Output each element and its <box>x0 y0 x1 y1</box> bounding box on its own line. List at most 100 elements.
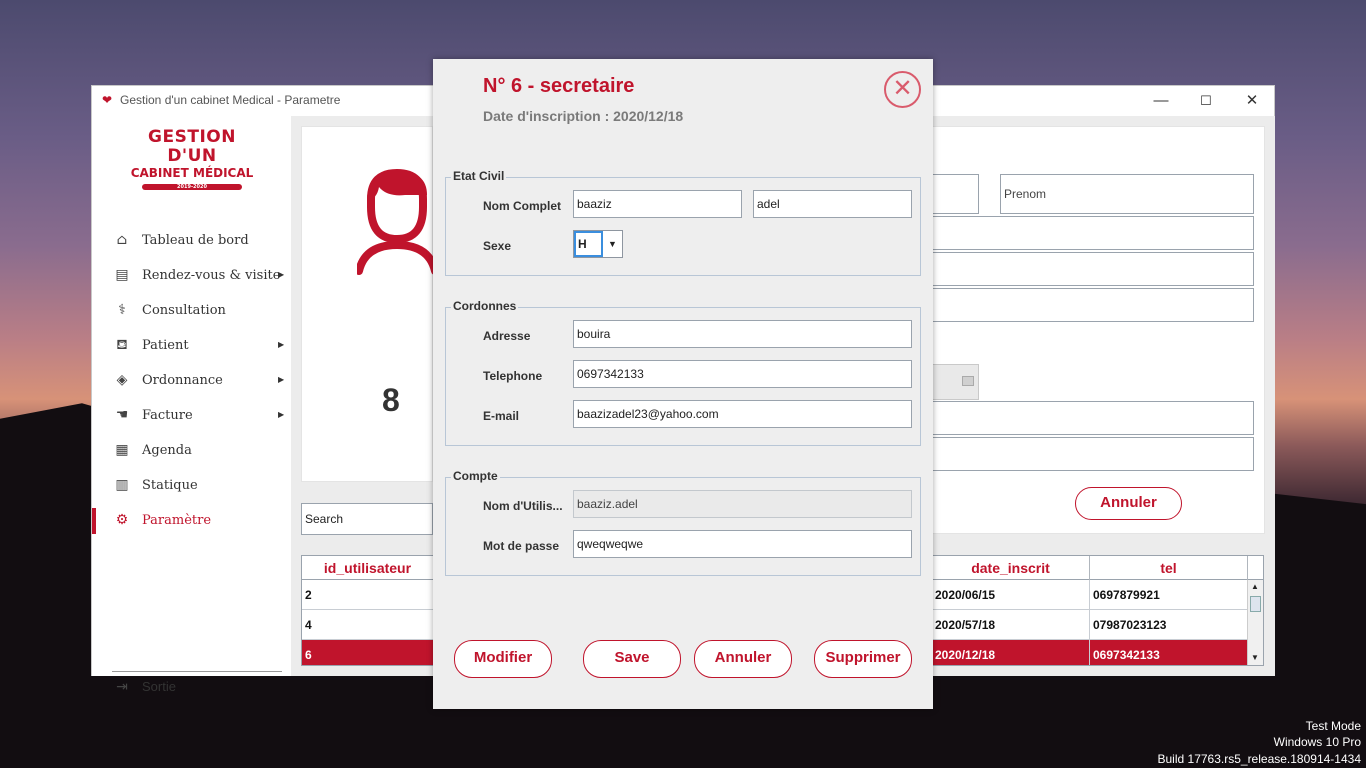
sidebar-item-ordonnance[interactable]: ◈ Ordonnance ▶ <box>92 364 291 398</box>
search-input[interactable]: Search <box>301 503 433 535</box>
sidebar-item-label: Patient <box>142 338 189 353</box>
calendar-icon: ▦ <box>115 442 129 458</box>
submenu-arrow-icon: ▶ <box>278 375 285 384</box>
annuler-bg-button[interactable]: Annuler <box>1075 487 1182 520</box>
form-field-2[interactable] <box>932 252 1254 286</box>
sidebar-item-label: Agenda <box>142 443 192 458</box>
sidebar-item-label: Ordonnance <box>142 373 223 388</box>
chevron-down-icon[interactable]: ▼ <box>603 231 622 257</box>
submenu-arrow-icon: ▶ <box>278 410 285 419</box>
telephone-input[interactable]: 0697342133 <box>573 360 912 388</box>
compte-group: Compte Nom d'Utilis... baaziz.adel Mot d… <box>445 469 921 576</box>
cordonnes-legend: Cordonnes <box>451 299 519 313</box>
etat-civil-legend: Etat Civil <box>451 169 507 183</box>
sidebar-item-facture[interactable]: ☚ Facture ▶ <box>92 399 291 433</box>
scroll-up-icon[interactable]: ▲ <box>1251 582 1259 591</box>
date-picker-field[interactable] <box>932 364 979 400</box>
modifier-button[interactable]: Modifier <box>454 640 552 678</box>
table-cell-tel: 07987023123 <box>1090 610 1248 640</box>
logo-line-2: CABINET MÉDICAL <box>130 166 254 180</box>
prenom-field[interactable]: Prenom <box>1000 174 1254 214</box>
nom-field[interactable] <box>932 174 979 214</box>
close-dialog-icon[interactable]: ✕ <box>884 71 921 108</box>
form-field-4[interactable] <box>932 401 1254 435</box>
home-icon: ⌂ <box>116 232 128 248</box>
user-avatar-icon <box>357 169 437 275</box>
form-field-5[interactable] <box>932 437 1254 471</box>
scroll-thumb[interactable] <box>1250 596 1261 612</box>
sidebar-item-consultation[interactable]: ⚕ Consultation <box>92 294 291 328</box>
dialog-subtitle: Date d'inscription : 2020/12/18 <box>483 108 684 124</box>
adresse-input[interactable]: bouira <box>573 320 912 348</box>
calendar-button-icon[interactable] <box>962 376 974 386</box>
table-cell-id: 4 <box>302 610 434 640</box>
desktop-windows-edition: Windows 10 Pro <box>1273 735 1361 749</box>
column-header-date[interactable]: date_inscrit <box>932 556 1090 580</box>
window-title: Gestion d'un cabinet Medical - Parametre <box>120 93 341 107</box>
sidebar-item-param-tre[interactable]: ⚙ Paramètre <box>92 504 291 538</box>
logo-line-3: 2019-2020 <box>142 184 242 190</box>
app-logo: GESTION D'UN CABINET MÉDICAL 2019-2020 <box>122 128 262 190</box>
app-icon: ❤ <box>102 93 113 107</box>
table-cell-tel: 0697879921 <box>1090 580 1248 610</box>
form-field-3[interactable] <box>932 288 1254 322</box>
bed-icon: ⛾ <box>116 337 128 353</box>
exit-icon: ⇥ <box>116 678 128 694</box>
annuler-button[interactable]: Annuler <box>694 640 792 678</box>
table-cell-date: 2020/06/15 <box>932 580 1090 610</box>
compte-legend: Compte <box>451 469 500 483</box>
submenu-arrow-icon: ▶ <box>278 340 285 349</box>
email-input[interactable]: baazizadel23@yahoo.com <box>573 400 912 428</box>
sidebar-item-label: Rendez-vous & visite <box>142 268 281 283</box>
close-window-button[interactable]: ✕ <box>1229 90 1275 112</box>
sidebar-item-label: Consultation <box>142 303 226 318</box>
table-cell-tel: 0697342133 <box>1090 640 1248 665</box>
sortie-button[interactable]: ⇥ Sortie <box>92 670 291 704</box>
sidebar-item-label: Statique <box>142 478 198 493</box>
password-label: Mot de passe <box>483 539 560 553</box>
user-detail-dialog: N° 6 - secretaire Date d'inscription : 2… <box>433 59 933 709</box>
prenom-input[interactable]: adel <box>753 190 912 218</box>
money-hand-icon: ☚ <box>115 407 129 423</box>
profile-card: 8 <box>301 126 437 482</box>
pill-icon: ◈ <box>116 372 128 388</box>
sidebar-item-rendez-vous-visite[interactable]: ▤ Rendez-vous & visite ▶ <box>92 259 291 293</box>
minimize-button[interactable]: — <box>1138 90 1184 112</box>
maximize-button[interactable]: ☐ <box>1183 90 1229 112</box>
column-header-id[interactable]: id_utilisateur <box>302 556 434 580</box>
username-input: baaziz.adel <box>573 490 912 518</box>
desktop-build: Build 17763.rs5_release.180914-1434 <box>1157 752 1362 766</box>
sexe-value: H <box>574 231 603 257</box>
supprimer-button[interactable]: Supprimer <box>814 640 912 678</box>
bar-chart-icon: ▥ <box>115 477 129 493</box>
submenu-arrow-icon: ▶ <box>278 270 285 279</box>
table-cell-id: 2 <box>302 580 434 610</box>
column-header-tel[interactable]: tel <box>1090 556 1248 580</box>
sexe-select[interactable]: H ▼ <box>573 230 623 258</box>
nom-input[interactable]: baaziz <box>573 190 742 218</box>
sidebar: GESTION D'UN CABINET MÉDICAL 2019-2020 ⌂… <box>92 116 291 694</box>
telephone-label: Telephone <box>483 369 543 383</box>
table-cell-id: 6 <box>302 640 434 665</box>
user-form-card: Prenom Annuler <box>931 126 1265 534</box>
save-button[interactable]: Save <box>583 640 681 678</box>
password-input[interactable]: qweqweqwe <box>573 530 912 558</box>
table-scrollbar[interactable]: ▲ ▼ <box>1247 580 1263 665</box>
sortie-label: Sortie <box>142 679 176 694</box>
sidebar-item-patient[interactable]: ⛾ Patient ▶ <box>92 329 291 363</box>
scroll-down-icon[interactable]: ▼ <box>1251 653 1259 662</box>
sidebar-item-agenda[interactable]: ▦ Agenda <box>92 434 291 468</box>
etat-civil-group: Etat Civil Nom Complet baaziz adel Sexe … <box>445 169 921 276</box>
user-count: 8 <box>382 382 400 418</box>
sidebar-item-label: Facture <box>142 408 193 423</box>
document-icon: ▤ <box>115 267 129 283</box>
adresse-label: Adresse <box>483 329 531 343</box>
sexe-label: Sexe <box>483 239 512 253</box>
sidebar-item-tableau-de-bord[interactable]: ⌂ Tableau de bord <box>92 224 291 258</box>
stethoscope-icon: ⚕ <box>118 302 126 318</box>
desktop-test-mode: Test Mode <box>1305 719 1361 733</box>
sidebar-item-statique[interactable]: ▥ Statique <box>92 469 291 503</box>
username-label: Nom d'Utilis... <box>483 499 563 513</box>
sidebar-item-label: Paramètre <box>142 513 212 528</box>
form-field-1[interactable] <box>932 216 1254 250</box>
